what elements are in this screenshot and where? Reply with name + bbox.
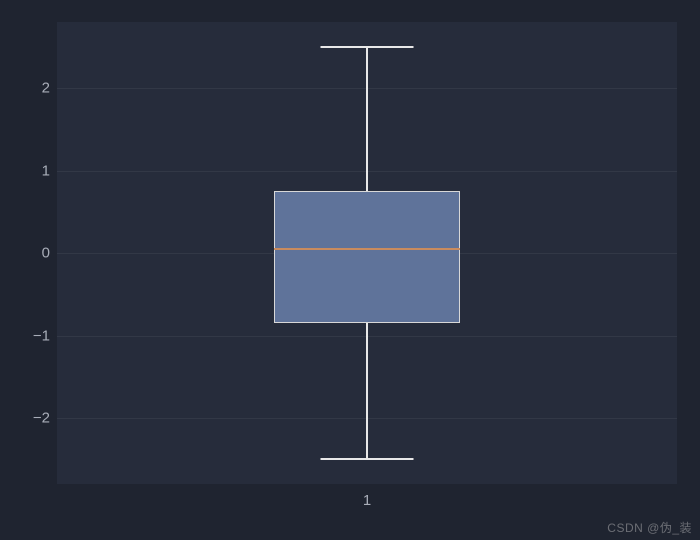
x-tick-label: 1 <box>363 492 371 509</box>
y-tick-label: −2 <box>10 410 50 427</box>
median-line <box>274 248 460 250</box>
whisker-cap-bottom <box>321 458 414 460</box>
y-tick-label: 1 <box>10 162 50 179</box>
whisker-upper <box>366 47 368 191</box>
y-tick-label: 0 <box>10 245 50 262</box>
y-tick-label: 2 <box>10 80 50 97</box>
plot-area <box>57 22 677 484</box>
watermark-text: CSDN @伪_装 <box>607 519 692 536</box>
box-body <box>274 191 460 323</box>
boxplot-chart: −2 −1 0 1 2 1 CSDN @伪_装 <box>0 0 700 540</box>
y-tick-label: −1 <box>10 327 50 344</box>
whisker-lower <box>366 323 368 459</box>
